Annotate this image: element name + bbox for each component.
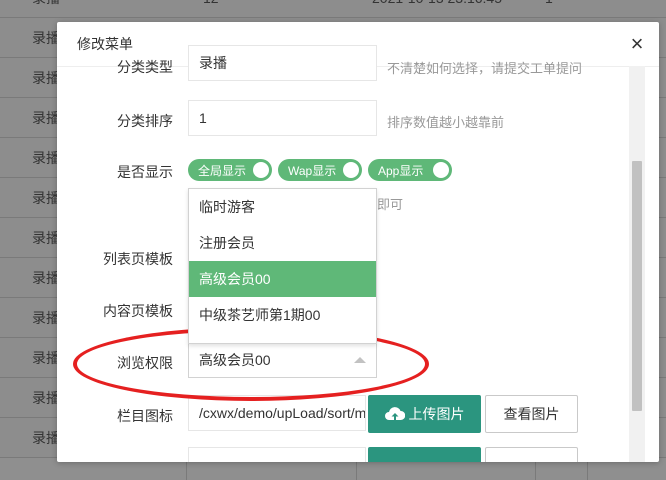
table-cell: 录播 xyxy=(0,0,72,8)
table-row[interactable]: 录播 12 2021-10-13 23:16:45 1 xyxy=(0,0,666,18)
permission-option[interactable]: 注册会员 xyxy=(189,225,376,261)
modal-title: 修改菜单 xyxy=(77,36,133,52)
modal-scrollbar[interactable] xyxy=(629,66,645,462)
permission-dropdown: 临时游客 注册会员 高级会员00 中级茶艺师第1期00 xyxy=(188,188,377,344)
scroll-thumb[interactable] xyxy=(632,161,642,411)
next-view-button[interactable] xyxy=(485,447,578,462)
column-icon-label: 栏目图标 xyxy=(117,408,173,424)
category-type-value: 录播 xyxy=(199,55,227,71)
next-upload-button[interactable] xyxy=(368,447,481,462)
permission-option-selected[interactable]: 高级会员00 xyxy=(189,261,376,297)
table-cell: 1 xyxy=(545,0,553,6)
table-cell: 12 xyxy=(203,0,219,6)
category-type-select[interactable]: 录播 xyxy=(188,45,377,81)
switch-knob xyxy=(343,162,359,178)
category-type-label: 分类类型 xyxy=(117,59,173,75)
sort-label: 分类排序 xyxy=(117,113,173,129)
switch-label: 全局显示 xyxy=(198,163,247,178)
sort-input[interactable]: 1 xyxy=(188,100,377,136)
list-template-label: 列表页模板 xyxy=(103,251,173,267)
view-label: 查看图片 xyxy=(503,406,560,422)
cloud-upload-icon xyxy=(384,407,405,421)
switch-knob xyxy=(433,162,449,178)
next-row-input[interactable] xyxy=(188,447,366,462)
upload-image-button[interactable]: 上传图片 xyxy=(368,395,481,433)
switch-knob xyxy=(253,162,269,178)
category-type-hint: 不清楚如何选择，请提交工单提问 xyxy=(387,61,583,76)
switch-wap-display[interactable]: Wap显示 xyxy=(278,159,362,181)
permission-select[interactable]: 高级会员00 xyxy=(188,342,377,378)
upload-label: 上传图片 xyxy=(408,406,465,422)
column-icon-path: /cxwx/demo/upLoad/sort/m xyxy=(199,405,366,421)
permission-label: 浏览权限 xyxy=(117,355,173,371)
permission-option[interactable]: 临时游客 xyxy=(189,189,376,225)
display-hint: 即可 xyxy=(377,197,404,212)
switch-app-display[interactable]: App显示 xyxy=(368,159,452,181)
sort-hint: 排序数值越小越靠前 xyxy=(387,115,505,130)
view-image-button[interactable]: 查看图片 xyxy=(485,395,578,433)
column-icon-path-input[interactable]: /cxwx/demo/upLoad/sort/m xyxy=(188,395,366,431)
switch-global-display[interactable]: 全局显示 xyxy=(188,159,272,181)
sort-value: 1 xyxy=(199,110,207,126)
switch-label: App显示 xyxy=(378,163,424,178)
display-label: 是否显示 xyxy=(117,164,173,180)
switch-label: Wap显示 xyxy=(288,163,337,178)
caret-up-icon xyxy=(354,357,366,363)
close-icon[interactable]: × xyxy=(627,31,647,57)
table-cell: 2021-10-13 23:16:45 xyxy=(372,0,502,6)
edit-menu-modal: 修改菜单 × 分类类型 录播 不清楚如何选择，请提交工单提问 分类排序 1 排序… xyxy=(57,22,659,462)
permission-option[interactable]: 中级茶艺师第1期00 xyxy=(189,297,376,333)
permission-selected-value: 高级会员00 xyxy=(199,352,271,368)
content-template-label: 内容页模板 xyxy=(103,303,173,319)
modal-body: 分类类型 录播 不清楚如何选择，请提交工单提问 分类排序 1 排序数值越小越靠前… xyxy=(57,45,659,462)
